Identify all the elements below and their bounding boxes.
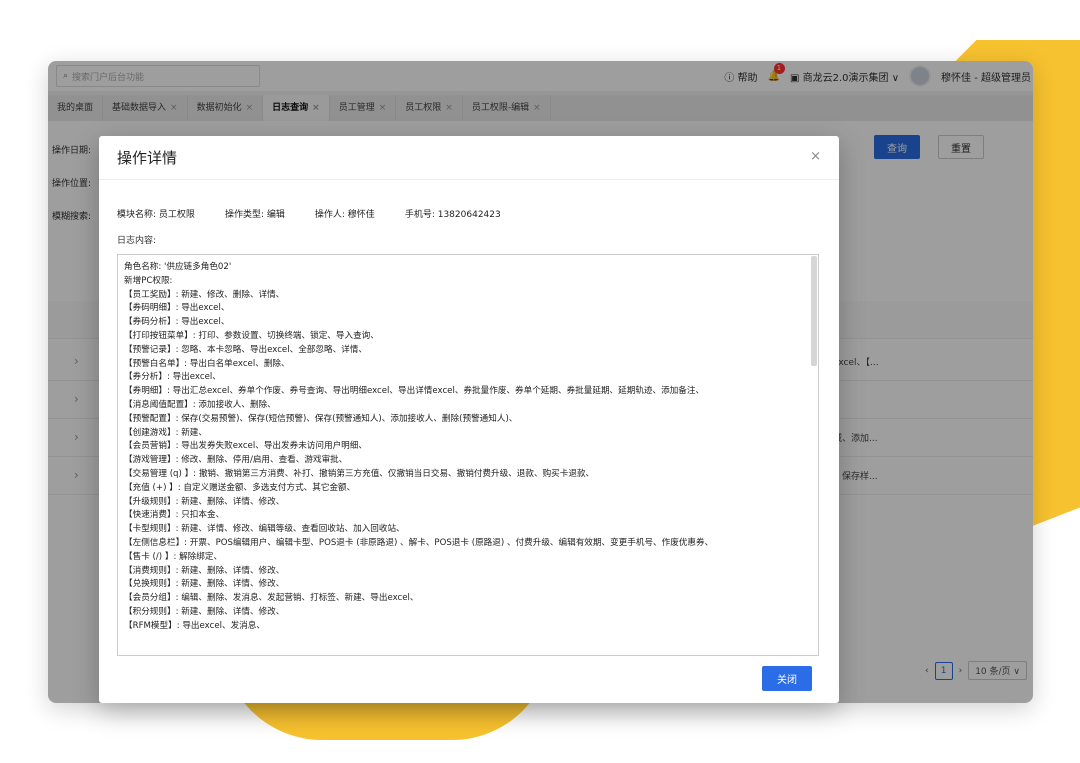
close-icon[interactable]: × [810, 149, 821, 164]
log-line: 角色名称: '供应链多角色02' [124, 262, 232, 272]
log-line: 【会员分组】: 编辑、删除、发消息、发起营销、打标签、新建、导出excel、 [124, 593, 419, 604]
log-line: 【左侧信息栏】: 开票、POS编辑用户、编辑卡型、POS退卡 (非原路退) 、解… [124, 537, 714, 548]
log-line: 【打印按钮菜单】: 打印、参数设置、切换终端、锁定、导入查询、 [124, 330, 379, 341]
log-line: 【游戏管理】: 修改、删除、停用/启用、查看、游戏审批、 [124, 455, 348, 466]
log-line: 【RFM模型】: 导出excel、发消息、 [124, 620, 265, 631]
stage: ⌕ 搜索门户后台功能 ⓘ 帮助 🔔 1 ▣ 商龙云2.0演示集团 ∨ 穆怀佳 - … [0, 0, 1080, 763]
meta-operator: 操作人: 穆怀佳 [314, 210, 375, 220]
log-line: 【券明细】: 导出汇总excel、券单个作废、券号查询、导出明细excel、导出… [124, 386, 705, 397]
log-line: 【快速消费】: 只扣本金、 [124, 510, 225, 521]
log-line: 【交易管理 (q) 】: 撤销、撤销第三方消费、补打、撤销第三方充值、仅撤销当日… [124, 468, 595, 479]
close-button[interactable]: 关闭 [762, 666, 812, 691]
log-line: 【预警配置】: 保存(交易预警)、保存(短信预警)、保存(预警通知人)、添加接收… [124, 413, 518, 424]
log-line: 【券码明细】: 导出excel、 [124, 303, 230, 314]
meta-type: 操作类型: 编辑 [224, 210, 285, 220]
log-line: 【兑换规则】: 新建、删除、详情、修改、 [124, 579, 285, 590]
log-line: 【创建游戏】: 新建、 [124, 427, 207, 438]
log-line: 【会员营销】: 导出发券失败excel、导出发券未访问用户明细、 [124, 441, 367, 452]
log-line: 【券分析】: 导出excel、 [124, 372, 221, 383]
log-line: 【预警记录】: 忽略、本卡忽略、导出excel、全部忽略、详情、 [124, 344, 367, 355]
log-line: 【消息阈值配置】: 添加接收人、删除、 [124, 399, 276, 410]
log-content-textarea[interactable]: 角色名称: '供应链多角色02' 新增PC权限: 【员工奖励】: 新建、修改、删除、… [117, 254, 819, 656]
meta-module: 模块名称: 员工权限 [117, 210, 195, 220]
log-line: 【售卡 (/) 】: 解除绑定、 [124, 551, 223, 562]
meta-phone: 手机号: 13820642423 [404, 210, 501, 220]
scrollbar[interactable] [811, 256, 817, 366]
log-line: 【积分规则】: 新建、删除、详情、修改、 [124, 606, 285, 617]
meta-info: 模块名称: 员工权限 操作类型: 编辑 操作人: 穆怀佳 手机号: 138206… [117, 207, 501, 220]
modal-title: 操作详情 [117, 149, 178, 167]
modal-header: 操作详情 × [99, 136, 839, 180]
log-line: 【卡型规则】: 新建、详情、修改、编辑等级、查看回收站、加入回收站、 [124, 524, 405, 535]
log-content-label: 日志内容: [117, 236, 157, 246]
log-line: 【券码分析】: 导出excel、 [124, 317, 230, 328]
log-line: 【消费规则】: 新建、删除、详情、修改、 [124, 565, 285, 576]
log-line: 【充值 (+) 】: 自定义赠送金额、多选支付方式、其它金额、 [124, 482, 356, 493]
log-line: 【员工奖励】: 新建、修改、删除、详情、 [124, 289, 285, 300]
log-line: 【升级规则】: 新建、删除、详情、修改、 [124, 496, 285, 507]
log-line: 【预警白名单】: 导出白名单excel、删除、 [124, 358, 290, 369]
operation-detail-modal: 操作详情 × 模块名称: 员工权限 操作类型: 编辑 操作人: 穆怀佳 手机号:… [99, 136, 839, 703]
log-line: 新增PC权限: [124, 275, 173, 286]
